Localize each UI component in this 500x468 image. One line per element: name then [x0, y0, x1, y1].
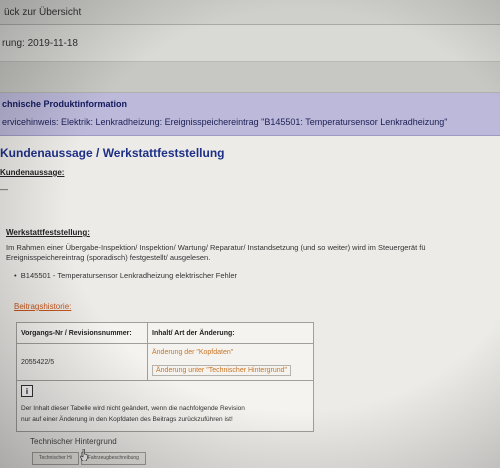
- workshop-finding-text: Im Rahmen einer Übergabe-Inspektion/ Ins…: [6, 243, 500, 263]
- screen: ück zur Übersicht rung: 2019-11-18 chnis…: [0, 0, 500, 468]
- table-row: 2055422/5 Änderung der "Kopfdaten" Änder…: [17, 344, 313, 381]
- content-area: Kundenaussage / Werkstattfeststellung Ku…: [0, 136, 500, 468]
- section-title: Kundenaussage / Werkstattfeststellung: [0, 146, 225, 160]
- workshop-finding-heading: Werkstattfeststellung:: [6, 228, 90, 237]
- hand-cursor-icon: [80, 449, 88, 461]
- back-to-overview-link[interactable]: ück zur Übersicht: [4, 7, 81, 18]
- change-item[interactable]: Änderung der "Kopfdaten": [152, 349, 291, 356]
- tab-bar: Technischer Hi Fahrzeugbeschreibung: [32, 452, 146, 465]
- change-item[interactable]: Änderung unter "Technischer Hintergrund": [152, 364, 292, 376]
- table-header: Vorgangs-Nr / Revisionsnummer: Inhalt/ A…: [17, 323, 313, 344]
- header-spacer: [0, 62, 500, 93]
- tpi-banner: chnische Produktinformation ervicehinwei…: [0, 93, 500, 136]
- info-icon: i: [21, 385, 33, 397]
- workshop-finding-line-1: Im Rahmen einer Übergabe-Inspektion/ Ins…: [6, 243, 426, 252]
- customer-statement-value: —: [0, 185, 8, 194]
- fault-code-text: B145501 - Temperatursensor Lenkradheizun…: [20, 271, 238, 280]
- release-date-row: rung: 2019-11-18: [0, 25, 500, 62]
- bullet-icon: •: [14, 271, 21, 280]
- history-table: Vorgangs-Nr / Revisionsnummer: Inhalt/ A…: [16, 322, 314, 432]
- technical-background-heading: Technischer Hintergrund: [30, 437, 117, 446]
- service-note: ervicehinweis: Elektrik: Lenkradheizung:…: [2, 117, 448, 127]
- note-line-1: Der Inhalt dieser Tabelle wird nicht geä…: [21, 405, 245, 412]
- customer-statement-heading: Kundenaussage:: [0, 168, 65, 177]
- tab-technical-background[interactable]: Technischer Hi: [32, 452, 79, 465]
- tpi-title: chnische Produktinformation: [2, 99, 128, 109]
- change-list: Änderung der "Kopfdaten" Änderung unter …: [148, 344, 292, 380]
- top-bar: ück zur Übersicht: [0, 0, 500, 25]
- tab-vehicle-description[interactable]: Fahrzeugbeschreibung: [80, 452, 146, 465]
- note-line-2: nur auf einer Änderung in den Kopfdaten …: [21, 416, 233, 423]
- column-header-change: Inhalt/ Art der Änderung:: [152, 329, 235, 337]
- release-date: rung: 2019-11-18: [2, 37, 78, 49]
- note-text: Der Inhalt dieser Tabelle wird nicht geä…: [21, 403, 309, 425]
- history-heading: Beitragshistorie:: [14, 302, 72, 311]
- workshop-finding-line-2: Ereignisspeichereintrag (sporadisch) fes…: [6, 253, 211, 262]
- table-note: i Der Inhalt dieser Tabelle wird nicht g…: [17, 381, 313, 431]
- revision-number: 2055422/5: [17, 344, 148, 380]
- column-header-number: Vorgangs-Nr / Revisionsnummer:: [17, 323, 148, 343]
- fault-list-item: • B145501 - Temperatursensor Lenkradheiz…: [14, 271, 500, 280]
